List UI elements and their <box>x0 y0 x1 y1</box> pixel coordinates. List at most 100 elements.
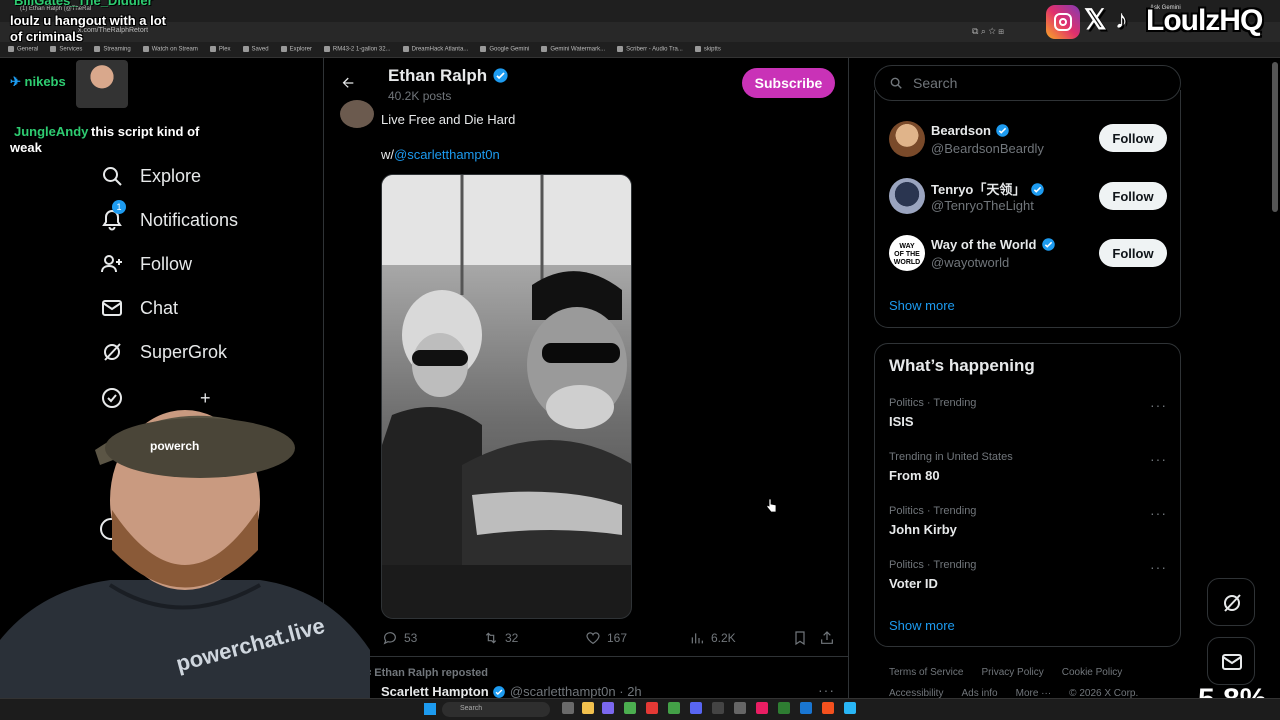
subscribe-button[interactable]: Subscribe <box>742 68 835 98</box>
trend-name[interactable]: Voter ID <box>889 576 938 591</box>
brave-icon[interactable] <box>822 702 834 714</box>
browser-toolbar-icons[interactable]: ⧉ ⌕ ☆ ⊞ <box>972 26 1004 37</box>
trend-name[interactable]: John Kirby <box>889 522 957 537</box>
account-name[interactable]: Tenryo「天领」 <box>931 182 1025 197</box>
bookmark-label: Plex <box>218 46 231 53</box>
bookmark-item[interactable]: skiptts <box>694 46 721 53</box>
account-name-row: Beardson <box>931 122 1010 140</box>
account-avatar[interactable] <box>889 121 925 157</box>
repost-button[interactable]: 32 <box>483 630 518 646</box>
views-button[interactable]: 6.2K <box>689 630 736 646</box>
bookmark-item[interactable]: General <box>8 46 38 53</box>
account-handle[interactable]: @BeardsonBeardly <box>931 141 1044 156</box>
nav-chat[interactable]: Chat <box>100 296 178 320</box>
nav-explore[interactable]: Explore <box>100 164 201 188</box>
taskbar-app-icon[interactable] <box>602 702 614 714</box>
follow-button[interactable]: Follow <box>1099 124 1167 152</box>
trend-more-icon[interactable]: ··· <box>1150 397 1167 413</box>
follow-button[interactable]: Follow <box>1099 239 1167 267</box>
bookmark-item[interactable]: Explorer <box>280 46 312 53</box>
next-tweet-author[interactable]: Scarlett Hampton <box>381 684 489 698</box>
verified-badge-icon <box>493 68 508 83</box>
account-handle[interactable]: @wayotworld <box>931 255 1009 270</box>
trend-meta: Politics · Trending <box>889 559 977 571</box>
more-options-icon[interactable]: ··· <box>818 682 835 698</box>
taskbar-app-icon[interactable] <box>844 702 856 714</box>
footer-privacy[interactable]: Privacy Policy <box>981 667 1043 678</box>
taskbar-search[interactable]: Search <box>442 702 550 717</box>
bookmark-item[interactable]: Google Gemini <box>480 46 529 53</box>
share-icon[interactable] <box>819 630 835 646</box>
next-tweet-handle[interactable]: @scarletthampt0n <box>510 684 616 698</box>
account-name[interactable]: Beardson <box>931 123 991 138</box>
bookmark-item[interactable]: Saved <box>242 46 269 53</box>
steam-icon[interactable] <box>800 702 812 714</box>
nav-supergrok[interactable]: SuperGrok <box>100 340 227 364</box>
back-arrow-icon[interactable] <box>340 75 356 91</box>
windows-start-icon[interactable] <box>424 703 436 715</box>
profile-name-row: Ethan Ralph <box>388 66 509 86</box>
tweet-photo[interactable] <box>381 174 632 619</box>
taskbar-app-icon[interactable] <box>712 702 724 714</box>
taskbar-app-icon[interactable] <box>668 702 680 714</box>
windows-taskbar: Search <box>0 698 1280 720</box>
chrome-icon[interactable] <box>624 702 636 714</box>
bookmark-item[interactable]: Plex <box>209 46 231 53</box>
logo-way: WAY <box>899 243 915 250</box>
bookmark-item[interactable]: Gemini Watermark... <box>541 46 605 53</box>
taskbar-app-icon[interactable] <box>756 702 768 714</box>
tweet-text: Live Free and Die Hard <box>381 112 516 127</box>
follow-button[interactable]: Follow <box>1099 182 1167 210</box>
show-more-link[interactable]: Show more <box>889 618 955 633</box>
taskbar-app-icon[interactable] <box>646 702 658 714</box>
next-tweet-header: Scarlett Hampton @scarletthampt0n · 2h <box>381 684 642 698</box>
grok-float-button[interactable] <box>1207 578 1255 626</box>
taskbar-app-icon[interactable] <box>562 702 574 714</box>
reply-button[interactable]: 53 <box>382 630 417 646</box>
account-handle[interactable]: @TenryoTheLight <box>931 198 1034 213</box>
page-scrollbar[interactable] <box>1272 62 1278 212</box>
bookmark-label: Saved <box>251 46 269 53</box>
account-avatar[interactable]: WAY OF THE WORLD <box>889 235 925 271</box>
cap-logo-text: powerch <box>150 439 199 453</box>
footer-cookie[interactable]: Cookie Policy <box>1062 667 1123 678</box>
webcam-thumbnail <box>76 60 128 108</box>
next-tweet-time[interactable]: 2h <box>627 684 641 698</box>
tweet-avatar[interactable] <box>340 100 374 128</box>
show-more-link[interactable]: Show more <box>889 298 955 313</box>
photo-people-illustration <box>382 175 631 618</box>
bookmark-item[interactable]: Scriberr - Audio Tra... <box>617 46 683 53</box>
notification-badge: 1 <box>112 200 126 214</box>
trend-more-icon[interactable]: ··· <box>1150 451 1167 467</box>
trend-more-icon[interactable]: ··· <box>1150 505 1167 521</box>
bookmark-item[interactable]: Watch on Stream <box>142 46 198 53</box>
trend-more-icon[interactable]: ··· <box>1150 559 1167 575</box>
mention-link[interactable]: @scarletthampt0n <box>394 147 500 162</box>
discord-icon[interactable] <box>690 702 702 714</box>
mention-prefix: w/ <box>381 147 394 162</box>
trend-name[interactable]: ISIS <box>889 414 914 429</box>
who-to-follow-card: Beardson @BeardsonBeardly Follow Tenryo「… <box>874 90 1181 328</box>
xbox-icon[interactable] <box>778 702 790 714</box>
chat-message: loulz u hangout with a lot of criminals <box>10 13 166 44</box>
messages-float-button[interactable] <box>1207 637 1255 685</box>
account-avatar[interactable] <box>889 178 925 214</box>
trend-name[interactable]: From 80 <box>889 468 940 483</box>
taskbar-app-icon[interactable] <box>734 702 746 714</box>
bookmark-icon[interactable] <box>792 630 808 646</box>
account-name[interactable]: Way of the World <box>931 237 1036 252</box>
file-explorer-icon[interactable] <box>582 702 594 714</box>
mail-icon <box>102 300 122 316</box>
bookmark-label: Services <box>59 46 83 53</box>
nav-notifications[interactable]: 1 Notifications <box>100 200 238 232</box>
like-button[interactable]: 167 <box>585 630 627 646</box>
bookmark-label: RM43-2 1-gallon 32... <box>332 46 391 53</box>
bookmark-item[interactable]: Streaming <box>94 46 131 53</box>
post-count: 40.2K posts <box>388 89 452 103</box>
bookmark-item[interactable]: Services <box>50 46 82 53</box>
nav-follow[interactable]: Follow <box>100 252 192 276</box>
footer-terms[interactable]: Terms of Service <box>889 667 963 678</box>
bookmark-item[interactable]: DreamHack Atlanta... <box>402 46 468 53</box>
chat-message: this script kind of weak <box>10 124 200 155</box>
bookmark-item[interactable]: RM43-2 1-gallon 32... <box>323 46 391 53</box>
